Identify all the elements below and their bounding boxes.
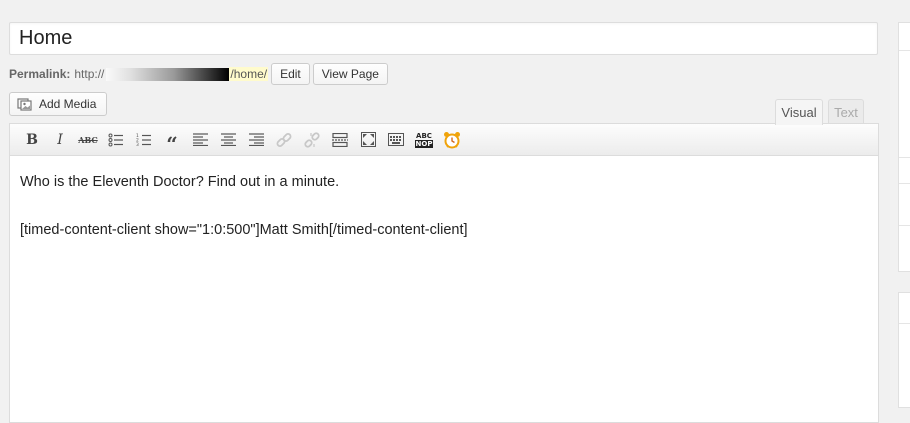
align-right-icon[interactable]	[242, 129, 270, 151]
spellcheck-icon[interactable]: ABC NOP	[410, 129, 438, 151]
more-tag-icon[interactable]	[326, 129, 354, 151]
strikethrough-icon[interactable]: ABC	[74, 129, 102, 151]
edit-permalink-button[interactable]: Edit	[271, 63, 310, 85]
italic-icon[interactable]: I	[46, 129, 74, 151]
permalink-slug[interactable]: /home/	[229, 67, 269, 81]
add-media-icon	[17, 97, 33, 111]
permalink-redacted-domain	[106, 67, 230, 81]
editor-shortcode-paragraph: [timed-content-client show="1:0:500"]Mat…	[20, 222, 468, 238]
sidebar-divider	[899, 323, 910, 324]
add-media-button[interactable]: Add Media	[9, 92, 108, 116]
post-editor: B I ABC 123 “ ABC NOP Who is the Elevent…	[9, 123, 879, 423]
view-page-button[interactable]: View Page	[312, 63, 388, 85]
remove-link-icon[interactable]	[298, 129, 326, 151]
sidebar-panel-publish	[898, 22, 910, 272]
sidebar-divider	[899, 225, 910, 226]
sidebar-divider	[899, 183, 910, 184]
sidebar-divider	[899, 50, 910, 51]
editor-toolbar: B I ABC 123 “ ABC NOP	[10, 124, 878, 156]
blockquote-icon[interactable]: “	[158, 125, 186, 156]
spellcheck-bottom-label: NOP	[414, 139, 434, 148]
tab-visual[interactable]: Visual	[775, 99, 823, 125]
sidebar-panel-attributes	[898, 292, 910, 408]
post-title-input[interactable]	[9, 22, 878, 55]
svg-text:3: 3	[136, 142, 139, 147]
align-left-icon[interactable]	[186, 129, 214, 151]
editor-content[interactable]: Who is the Eleventh Doctor? Find out in …	[10, 156, 878, 280]
permalink-label: Permalink:	[9, 67, 71, 81]
toolbar-toggle-icon[interactable]	[382, 129, 410, 151]
timed-content-icon[interactable]	[438, 129, 466, 151]
fullscreen-icon[interactable]	[354, 129, 382, 151]
sidebar-divider	[899, 157, 910, 158]
bulleted-list-icon[interactable]	[102, 129, 130, 151]
tab-text[interactable]: Text	[828, 99, 864, 124]
numbered-list-icon[interactable]: 123	[130, 129, 158, 151]
permalink-row: Permalink: http:// /home/ Edit View Page	[9, 62, 388, 86]
spellcheck-top-label: ABC	[416, 131, 432, 140]
insert-link-icon[interactable]	[270, 129, 298, 151]
add-media-label: Add Media	[39, 97, 97, 111]
bold-icon[interactable]: B	[18, 129, 46, 151]
editor-paragraph: Who is the Eleventh Doctor? Find out in …	[20, 174, 340, 190]
permalink-url-prefix: http://	[74, 67, 105, 81]
align-center-icon[interactable]	[214, 129, 242, 151]
